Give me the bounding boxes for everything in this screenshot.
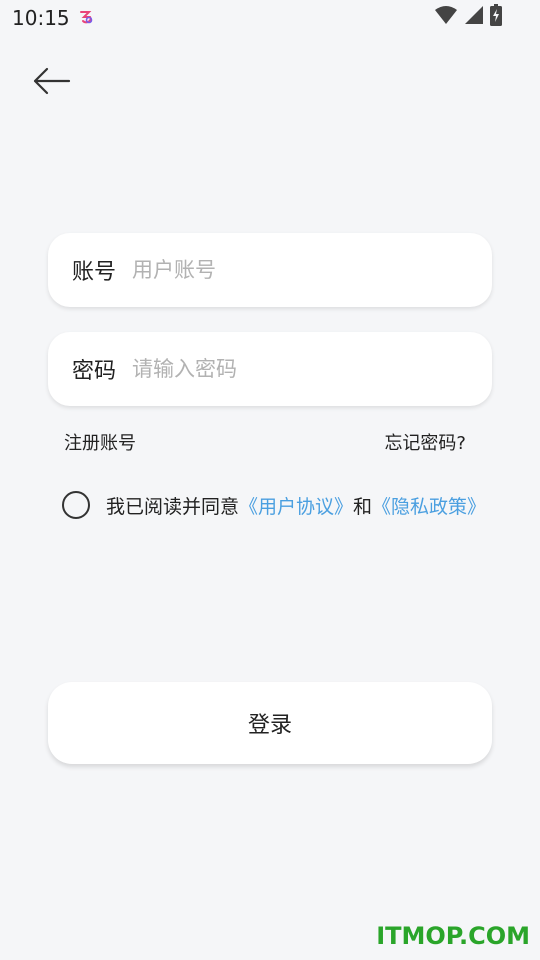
agreement-prefix: 我已阅读并同意 [106,495,240,518]
app-notification-icon [78,9,94,25]
agreement-checkbox[interactable] [62,491,90,519]
login-button[interactable]: 登录 [48,682,492,764]
watermark-logo: ITMOP.COM [376,922,530,950]
agreement-row: 我已阅读并同意 《用户协议》 和 《隐私政策》 [62,489,486,521]
agreement-conjunction: 和 [353,495,373,518]
cell-signal-icon [464,5,484,29]
battery-charging-icon [490,4,502,30]
account-label: 账号 [72,260,117,285]
privacy-policy-link[interactable]: 《隐私政策》 [372,492,486,519]
status-icons [434,4,502,30]
back-button[interactable] [28,58,74,104]
wifi-icon [434,5,458,29]
account-input[interactable] [132,258,492,282]
password-label: 密码 [72,359,117,384]
password-field[interactable]: 密码 [48,332,492,406]
register-link[interactable]: 注册账号 [64,429,136,455]
status-time: 10:15 [12,6,70,30]
arrow-left-icon [33,67,71,95]
forgot-password-link[interactable]: 忘记密码? [384,429,466,455]
account-field[interactable]: 账号 [48,233,492,307]
user-agreement-link[interactable]: 《用户协议》 [239,492,353,519]
status-bar: 10:15 [0,0,540,36]
password-input[interactable] [132,357,492,381]
